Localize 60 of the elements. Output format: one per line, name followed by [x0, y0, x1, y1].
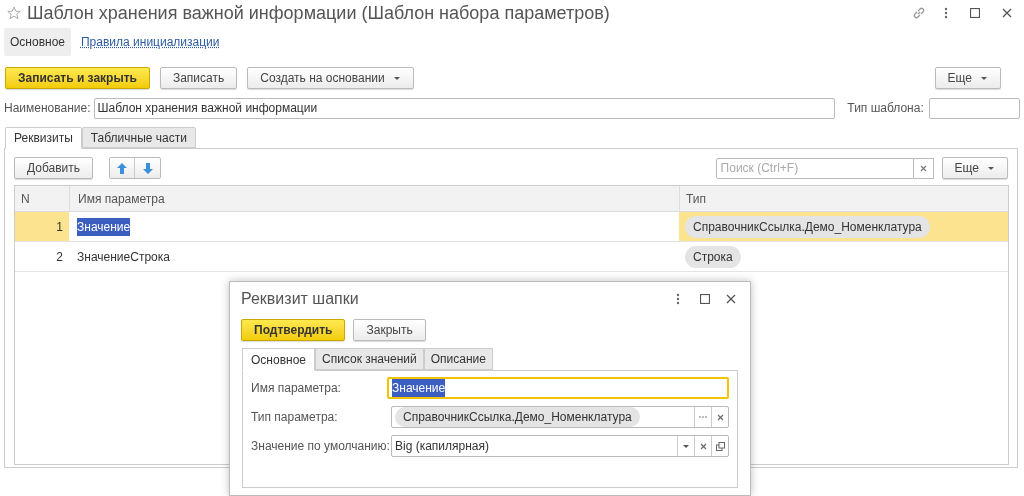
tab[interactable]: Табличные части	[81, 127, 196, 148]
input-field[interactable]: Big (капилярная)	[391, 435, 729, 457]
link-icon[interactable]	[912, 6, 926, 20]
button[interactable]: Подтвердить	[241, 319, 346, 341]
field-label: Тип шаблона:	[847, 100, 924, 117]
tab[interactable]: Описание	[423, 348, 493, 370]
caret-icon	[987, 165, 995, 171]
input-field[interactable]: СправочникСсылка.Демо_Номенклатура	[391, 406, 729, 428]
caret-icon	[392, 75, 401, 81]
more-icon[interactable]	[944, 7, 948, 19]
maximize-icon[interactable]	[970, 8, 980, 18]
tab[interactable]: Реквизиты	[5, 127, 82, 149]
open-button[interactable]	[711, 436, 728, 456]
field-label: Имя параметра:	[251, 380, 342, 397]
type-chip: СправочникСсылка.Демо_Номенклатура	[395, 407, 640, 427]
input-field[interactable]: Значение	[387, 377, 729, 399]
table-cell: Значение	[77, 217, 131, 236]
star-icon[interactable]	[7, 6, 21, 20]
close-icon	[919, 164, 927, 172]
button[interactable]: Еще	[941, 157, 1008, 179]
close-icon	[716, 413, 724, 421]
open-window-icon	[715, 441, 725, 451]
button[interactable]: Создать на основании	[247, 67, 414, 89]
field-value: Big (капилярная)	[395, 438, 490, 455]
button[interactable]: Еще	[934, 67, 1001, 89]
type-chip: Строка	[685, 245, 741, 268]
input-field[interactable]	[928, 97, 1020, 119]
type-chip: СправочникСсылка.Демо_Номенклатура	[685, 215, 930, 238]
field-label: Тип параметра:	[251, 409, 339, 426]
close-icon	[699, 442, 707, 450]
nav-link[interactable]: Правила инициализации	[75, 28, 226, 56]
caret-icon	[682, 443, 690, 449]
field-value: Значение	[392, 379, 446, 397]
maximize-icon[interactable]	[700, 294, 710, 304]
table-row[interactable]: 1 Значение СправочникСсылка.Демо_Номенклатура	[15, 212, 1008, 242]
tab[interactable]: Основное	[242, 348, 315, 371]
search-field[interactable]: Поиск (Ctrl+F)	[715, 157, 914, 179]
input-field[interactable]: Шаблон хранения важной информации	[93, 97, 836, 119]
window-title: Шаблон хранения важной информации (Шаблон набора параметров)	[27, 1, 611, 25]
column-header[interactable]: Имя параметра	[69, 186, 679, 211]
table-cell-text: 2	[55, 248, 64, 266]
column-header[interactable]: N	[15, 186, 69, 211]
field-label: Наименование:	[4, 100, 91, 117]
table-cell-text: ЗначениеСтрока	[77, 248, 170, 266]
dialog-title: Реквизит шапки	[241, 289, 360, 309]
tab[interactable]: Список значений	[315, 348, 424, 370]
field-label: Значение по умолчанию:	[251, 438, 391, 455]
button[interactable]: Добавить	[14, 157, 94, 179]
more-icon[interactable]	[676, 293, 680, 305]
button[interactable]: Записать	[159, 67, 238, 89]
arrow-down-icon	[142, 162, 153, 174]
close-icon[interactable]	[726, 294, 736, 304]
nav-link[interactable]: Основное	[4, 28, 71, 56]
arrow-up-icon	[117, 162, 128, 174]
close-icon[interactable]	[1002, 8, 1012, 18]
caret-icon	[980, 75, 988, 81]
button[interactable]: Закрыть	[353, 319, 426, 341]
column-header[interactable]: Тип	[679, 186, 1008, 211]
table-cell-text: 1	[55, 218, 64, 236]
button[interactable]: Записать и закрыть	[5, 67, 150, 89]
